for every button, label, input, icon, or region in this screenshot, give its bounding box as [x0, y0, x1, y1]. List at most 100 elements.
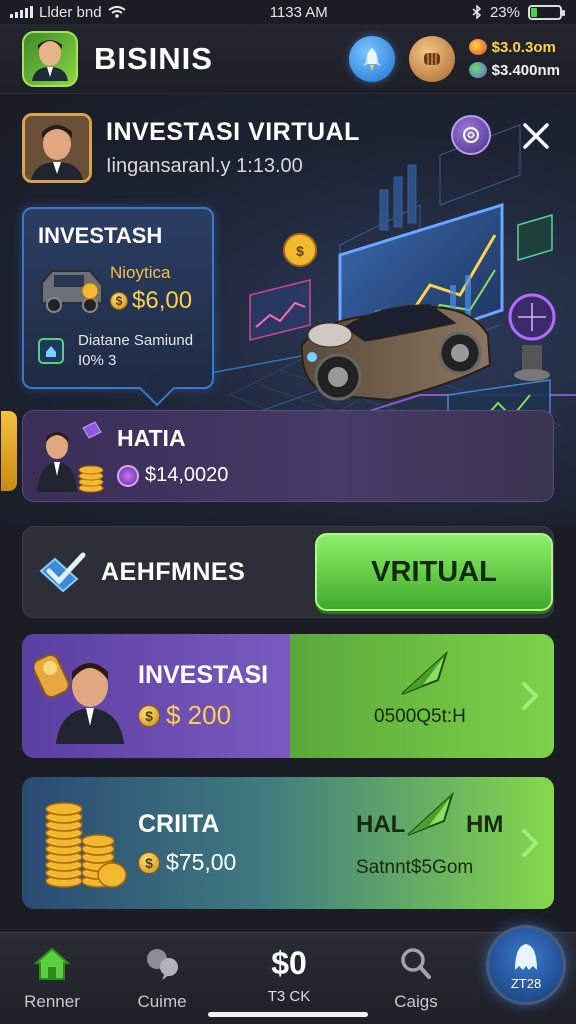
arrow-up-icon: [407, 791, 455, 836]
arrow-up-icon: [401, 650, 449, 695]
balance-secondary: $3.400nm: [491, 61, 560, 79]
bluetooth-icon: [472, 5, 482, 19]
gear-coin-icon: [117, 464, 139, 487]
businessman-coins-icon: [37, 421, 104, 493]
nav-home-label: Renner: [24, 992, 80, 1011]
offer-1-code: 0500Q5t:H: [374, 706, 466, 727]
nav-center-value: $0: [271, 945, 307, 981]
app-header: BISINIS $3.0.3om $3.400nm: [0, 24, 576, 94]
offer-card-criita[interactable]: CRIITA $ $75,00 HAL HM Satnnt$5Gom: [22, 777, 554, 909]
investash-item-label: Nioytica: [110, 263, 171, 282]
nav-home[interactable]: Renner: [2, 945, 102, 1012]
search-icon: [401, 948, 431, 979]
profile-avatar-icon: [32, 39, 68, 81]
hero-avatar[interactable]: [22, 113, 92, 183]
investash-footer-line2: I0% 3: [78, 352, 117, 369]
side-tab[interactable]: [1, 411, 17, 491]
checkbox-check-icon: [39, 552, 86, 593]
nav-center-label: T3 CK: [267, 988, 311, 1005]
fist-button[interactable]: [408, 35, 455, 82]
status-left: Llder bnd: [10, 4, 126, 21]
status-right: 23%: [472, 3, 565, 21]
investash-price: $6,00: [132, 287, 193, 314]
offer-1-right: 0500Q5t:H: [290, 634, 554, 758]
rocket-icon: [362, 47, 381, 71]
gem-green-icon: [468, 62, 487, 78]
gem-orange-icon: [468, 39, 487, 55]
investash-item: Nioytica $ $6,00: [38, 263, 198, 315]
battery-fill: [530, 7, 538, 17]
offer-2-picture: [34, 795, 130, 891]
balance-secondary-row[interactable]: $3.400nm: [468, 61, 560, 79]
ghost-icon: [515, 943, 537, 970]
car-graphic: [300, 304, 492, 402]
status-bar: Llder bnd 1133 AM 23%: [0, 0, 576, 24]
app-logo[interactable]: [22, 30, 78, 87]
offer-1-price: $ 200: [166, 700, 232, 730]
balance-primary: $3.0.3om: [491, 38, 556, 56]
chevron-right-icon[interactable]: [520, 681, 540, 711]
hero-title: INVESTASI VIRTUAL: [106, 118, 360, 146]
investash-price-row: $ $6,00: [110, 287, 192, 315]
hatia-title: HATIA: [117, 425, 186, 451]
offer-1-left: INVESTASI $ $ 200: [22, 634, 290, 758]
nav-center[interactable]: $0 T3 CK: [234, 945, 344, 1005]
hatia-card[interactable]: HATIA $14,0020: [1, 410, 554, 502]
home-indicator[interactable]: [208, 1012, 368, 1017]
home-icon: [33, 947, 71, 980]
offer-1-title: INVESTASI: [138, 661, 269, 689]
nav-chat[interactable]: Cuime: [112, 945, 212, 1012]
hero-text: INVESTASI VIRTUAL Iingansaranl.y 1:13.00: [106, 118, 360, 178]
businessman-avatar-icon: [25, 116, 89, 180]
fab-button[interactable]: ZT28: [486, 925, 566, 1005]
house-shield-icon: [38, 338, 64, 364]
armored-truck-icon: [41, 270, 103, 313]
offer-2-text: CRIITA $ $75,00: [138, 810, 236, 876]
offer-1-price-row: $ $ 200: [138, 700, 268, 731]
offer-2-price: $75,00: [166, 849, 237, 875]
balance-primary-row[interactable]: $3.0.3om: [468, 38, 560, 56]
offer-2-left: CRIITA $ $75,00: [22, 777, 290, 909]
badge-button[interactable]: [451, 115, 491, 155]
hero-subtitle: Iingansaranl.y 1:13.00: [106, 155, 303, 177]
offer-1-text: INVESTASI $ $ 200: [138, 661, 268, 731]
hatia-text: HATIA $14,0020: [117, 425, 228, 487]
offer-2-price-row: $ $75,00: [138, 849, 236, 876]
chat-icon: [147, 949, 178, 980]
signal-icon: [10, 6, 33, 18]
offer-2-right: HAL HM Satnnt$5Gom: [290, 777, 554, 909]
hatia-figure: [33, 416, 109, 496]
hatia-value-row: $14,0020: [117, 464, 228, 487]
badge-icon: [463, 127, 479, 143]
fist-icon: [423, 52, 440, 65]
offer-2-code: Satnnt$5Gom: [356, 857, 474, 878]
bottom-nav: Renner Cuime $0 T3 CK Caigs ZT28: [0, 925, 576, 1024]
coin-stacks-icon: [45, 802, 127, 888]
chevron-right-icon[interactable]: [520, 828, 540, 858]
nav-search[interactable]: Caigs: [366, 945, 466, 1012]
rocket-button[interactable]: [348, 35, 395, 82]
wifi-icon: [107, 6, 126, 18]
coin-icon: $: [110, 292, 128, 310]
hatia-value: $14,0020: [145, 464, 229, 486]
svg-text:$: $: [296, 243, 304, 259]
app-title: BISINIS: [94, 40, 213, 76]
mode-label: AEHFMNES: [101, 557, 246, 586]
close-icon: [523, 123, 549, 149]
hero-banner: $ INVESTASI VIRTUAL Iingansaranl.y 1:13.…: [0, 95, 576, 525]
offer-card-investasi[interactable]: INVESTASI $ $ 200 0500Q5t:H: [22, 634, 554, 758]
nav-chat-label: Cuime: [137, 992, 187, 1011]
investash-card[interactable]: INVESTASH Nioytica $ $6,00 Diatane Samiu…: [22, 207, 214, 389]
status-time: 1133 AM: [269, 3, 328, 21]
coin-icon: $: [138, 851, 160, 874]
battery-percent: 23%: [489, 3, 520, 21]
coin-icon: $: [138, 704, 160, 727]
close-button[interactable]: [515, 115, 557, 157]
offer-2-title: CRIITA: [138, 810, 220, 838]
battery-icon: [527, 4, 565, 20]
nav-search-label: Caigs: [394, 992, 438, 1011]
investor-portrait-icon: [32, 654, 124, 744]
mode-row: AEHFMNES VRITUAL: [22, 526, 554, 618]
investash-footer-line1: Diatane Samiund: [78, 332, 194, 349]
virtual-button[interactable]: VRITUAL: [315, 533, 553, 611]
